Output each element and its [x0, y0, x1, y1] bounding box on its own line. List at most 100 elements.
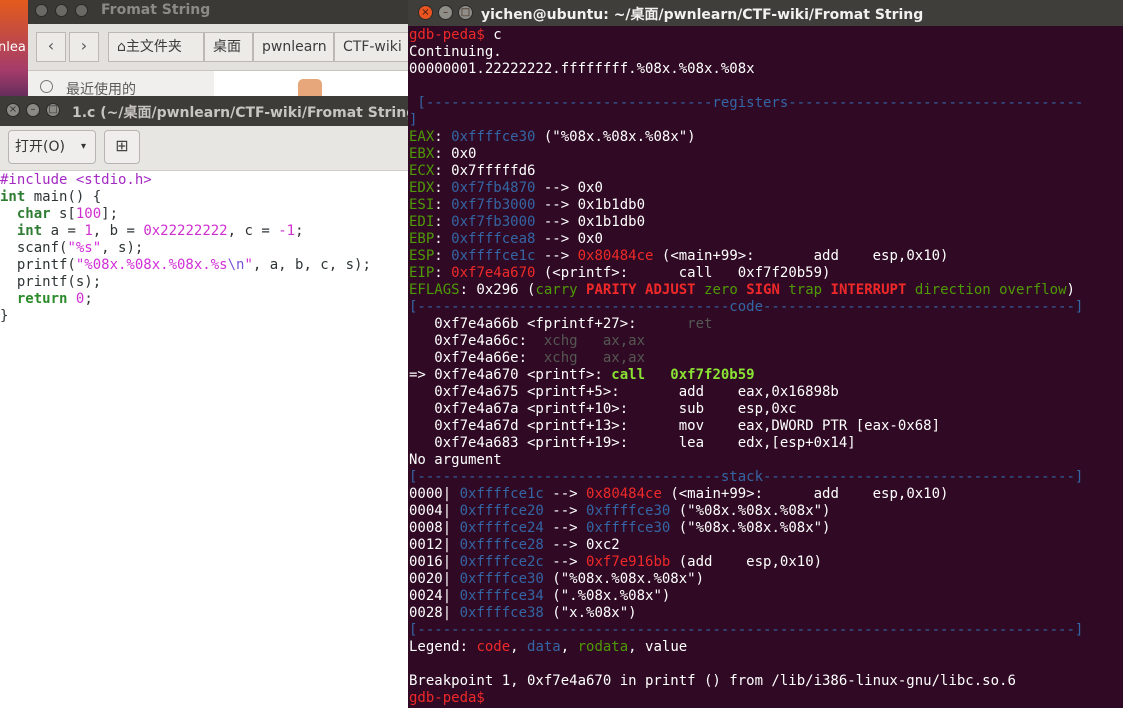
terminal-line-segment: 0xf7fb3000 [451, 214, 536, 230]
terminal-line-segment: 0xf7fb3000 [451, 197, 536, 213]
terminal-line-segment: 0xffffce30 [459, 571, 544, 587]
file-manager-title: Fromat String [101, 2, 211, 18]
terminal-line: Continuing. [409, 44, 1121, 61]
terminal-line: => 0xf7e4a670 <printf>: call 0xf7f20b59 [409, 367, 1121, 384]
terminal-line-segment: 0xf7e4a67d <printf+13>: mov eax,DWORD PT… [409, 418, 941, 434]
terminal-line-segment: ("%08x.%08x.%08x") [670, 503, 831, 519]
code-line: scanf("%s", s); [0, 240, 408, 257]
terminal-line-segment: --> 0x0 [535, 180, 603, 196]
terminal-line-segment [578, 282, 586, 298]
code-line: int main() { [0, 189, 408, 206]
new-document-icon: ⊞ [115, 136, 129, 155]
terminal-line-segment: 0xffffce1c [451, 248, 536, 264]
terminal-line-segment: ECX [409, 163, 435, 179]
terminal-line-segment: 0xffffce34 [459, 588, 544, 604]
terminal-line-segment: EFLAGS [409, 282, 460, 298]
breadcrumb-ctf-wiki[interactable]: CTF-wiki [334, 32, 408, 62]
forward-button[interactable]: › [69, 32, 99, 62]
code-line-segment: int [0, 189, 26, 205]
fm-close-icon[interactable] [35, 4, 48, 17]
fm-maximize-icon[interactable] [75, 4, 88, 17]
terminal-line: 0012| 0xffffce28 --> 0xc2 [409, 537, 1121, 554]
terminal-line-segment: : [434, 129, 452, 145]
terminal-line-segment: 0xf7e4a66c: [409, 333, 544, 349]
terminal-line-segment: 0xffffce28 [459, 537, 544, 553]
terminal-close-icon[interactable]: × [418, 5, 433, 20]
terminal-line-segment: [------------------------------------sta… [409, 469, 1084, 485]
terminal-line-segment: 0000| [409, 486, 460, 502]
terminal-line: Legend: code, data, rodata, value [409, 639, 1121, 656]
terminal-line-segment [738, 282, 746, 298]
code-line-segment: printf(s); [0, 274, 102, 290]
code-line-segment [67, 291, 75, 307]
code-editor[interactable]: #include <stdio.h> int main() { char s[10… [0, 172, 408, 708]
terminal-line-segment: EBP [409, 231, 435, 247]
code-line: printf("%08x.%08x.%08x.%s\n", a, b, c, s… [0, 257, 408, 274]
terminal-line-segment: 0xffffce30 [586, 503, 671, 519]
terminal-line-segment: rodata [577, 639, 629, 655]
terminal-line: 0008| 0xffffce24 --> 0xffffce30 ("%08x.%… [409, 520, 1121, 537]
terminal-line: 0028| 0xffffce38 ("x.%08x") [409, 605, 1121, 622]
terminal-line: gdb-peda$ c [409, 27, 1121, 44]
terminal-line-segment: : [434, 265, 452, 281]
code-line-segment: return [16, 291, 68, 307]
editor-maximize-icon[interactable]: □ [46, 103, 60, 117]
terminal-line: 0000| 0xffffce1c --> 0x80484ce (<main+99… [409, 486, 1121, 503]
terminal-line-segment: 0024| [409, 588, 460, 604]
code-line-segment [0, 291, 17, 307]
terminal-line: ESI: 0xf7fb3000 --> 0x1b1db0 [409, 197, 1121, 214]
code-line-segment: 1 [84, 223, 93, 239]
editor-minimize-icon[interactable]: – [26, 103, 40, 117]
new-document-button[interactable]: ⊞ [104, 130, 140, 164]
terminal-line: 0xf7e4a67a <printf+10>: sub esp,0xc [409, 401, 1121, 418]
editor-toolbar: 打开(O) ▾ ⊞ [0, 126, 408, 171]
terminal-minimize-icon[interactable]: – [438, 5, 453, 20]
terminal-line-segment [822, 282, 830, 298]
terminal-line-segment: 0xffffcea8 [451, 231, 536, 247]
terminal-line-segment: --> [543, 554, 587, 570]
editor-titlebar: × – □ 1.c (~/桌面/pwnlearn/CTF-wiki/Fromat… [0, 96, 423, 126]
terminal-line-segment: 0x80484ce [577, 248, 654, 264]
terminal-maximize-icon[interactable]: □ [458, 5, 473, 20]
terminal-line-segment: EIP [409, 265, 435, 281]
back-button[interactable]: ‹ [36, 32, 66, 62]
breadcrumb-pwnlearn[interactable]: pwnlearn [253, 32, 334, 62]
terminal-line-segment: ] [409, 112, 418, 128]
terminal-line-segment: PARITY ADJUST [586, 282, 696, 298]
terminal-line-segment: data [527, 639, 561, 655]
terminal-line-segment: , [510, 639, 528, 655]
code-line-segment: \n [227, 257, 245, 273]
terminal-line: [-------------------------------------co… [409, 299, 1121, 316]
open-button[interactable]: 打开(O) ▾ [8, 130, 96, 164]
terminal-line: EFLAGS: 0x296 (carry PARITY ADJUST zero … [409, 282, 1121, 299]
code-line-segment: , a, b, c, s); [252, 257, 371, 273]
terminal-output[interactable]: gdb-peda$ c Continuing. 00000001.22222222.… [409, 27, 1121, 707]
code-line-segment: 0x22222222 [143, 223, 228, 239]
editor-title: 1.c (~/桌面/pwnlearn/CTF-wiki/Fromat Strin… [72, 105, 423, 121]
terminal-line: 0xf7e4a66e: xchg ax,ax [409, 350, 1121, 367]
code-line: char s[100]; [0, 206, 408, 223]
terminal-line-segment: ("%08x.%08x.%08x") [535, 129, 696, 145]
code-line-segment: printf( [0, 257, 76, 273]
terminal-line: 0xf7e4a66c: xchg ax,ax [409, 333, 1121, 350]
terminal-line: gdb-peda$ [409, 690, 1121, 707]
terminal-line-segment: gdb-peda$ [409, 27, 485, 43]
breadcrumb-home[interactable]: ⌂主文件夹 [108, 32, 204, 62]
launcher-label: nlea [0, 40, 26, 55]
terminal-line-segment: xchg ax,ax [543, 333, 646, 349]
terminal-line-segment: --> 0xc2 [543, 537, 620, 553]
terminal-line-segment: (<printf>: call 0xf7f20b59) [535, 265, 831, 281]
editor-close-icon[interactable]: × [6, 103, 20, 117]
terminal-line-segment: --> [535, 248, 578, 264]
breadcrumb-desktop[interactable]: 桌面 [204, 32, 253, 62]
terminal-line-segment: 00000001.22222222.ffffffff.%08x.%08x.%08… [409, 61, 755, 77]
code-line-segment: ; [295, 223, 304, 239]
terminal-line-segment: : 0x0 [434, 146, 477, 162]
file-manager-titlebar: Fromat String [0, 0, 408, 24]
terminal-line: EBP: 0xffffcea8 --> 0x0 [409, 231, 1121, 248]
terminal-line-segment: 0xf7e4a675 <printf+5>: add eax,0x16898b [409, 384, 839, 400]
fm-minimize-icon[interactable] [55, 4, 68, 17]
code-line-segment: , b = [92, 223, 144, 239]
